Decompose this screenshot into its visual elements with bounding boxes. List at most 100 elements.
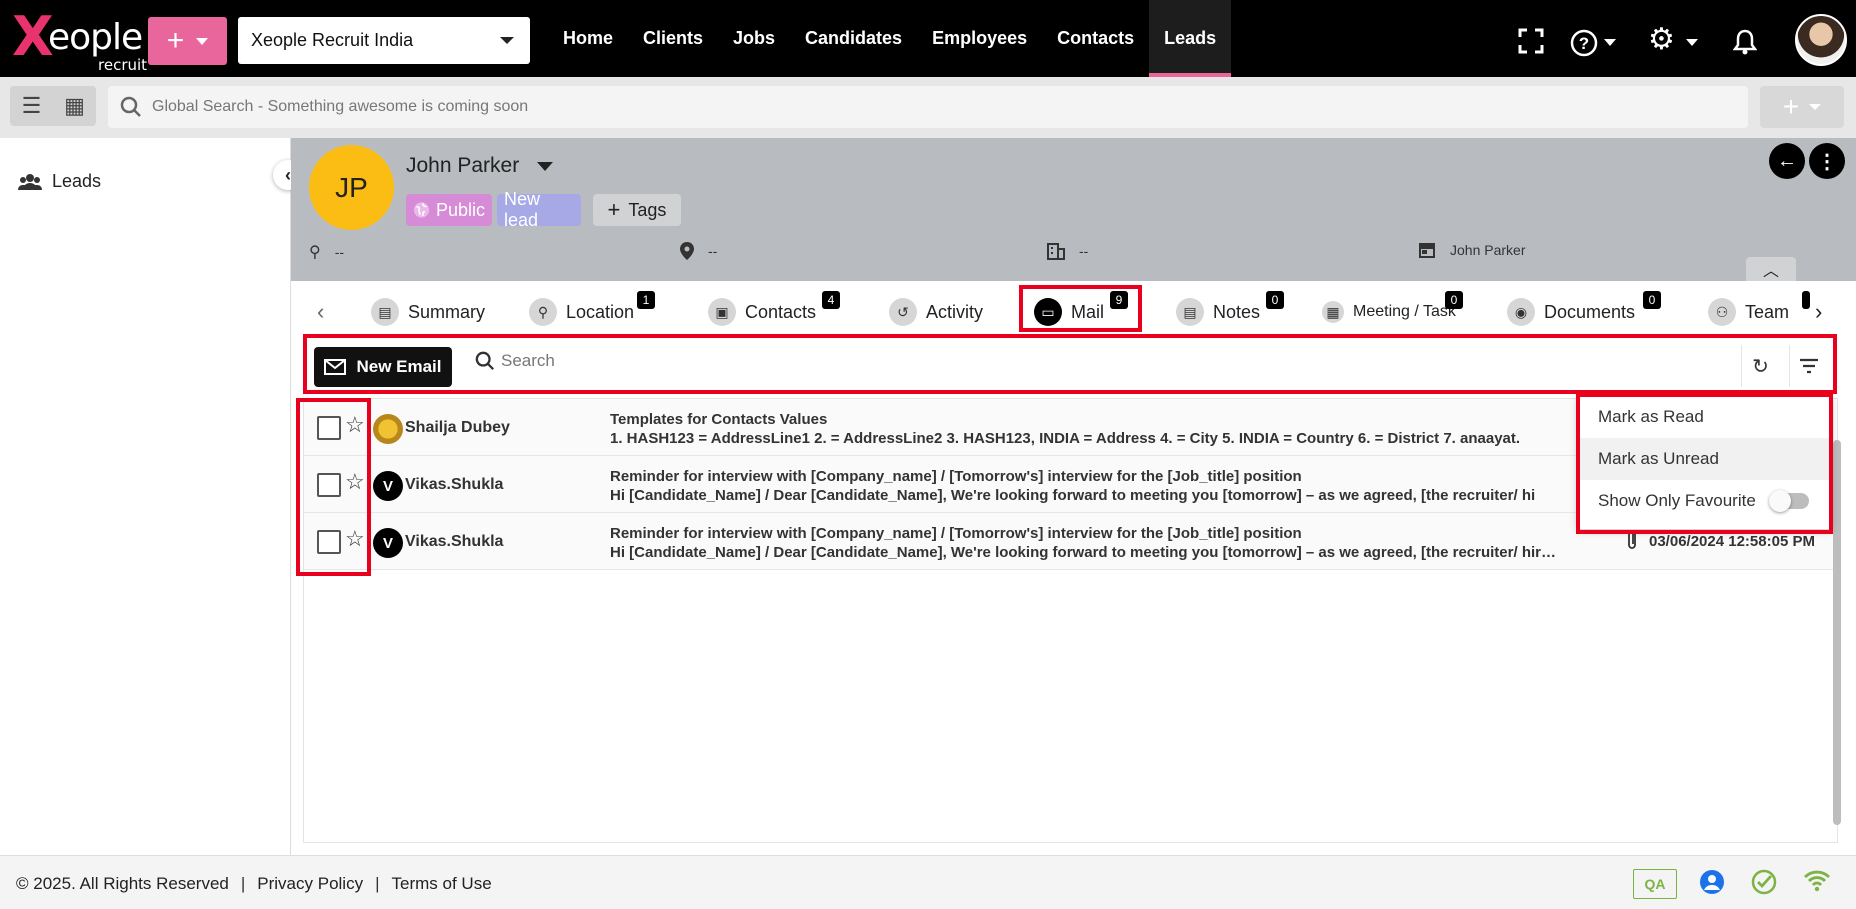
nav-employees[interactable]: Employees — [917, 0, 1042, 77]
mail-preview: Hi [Candidate_Name] / Dear [Candidate_Na… — [610, 544, 1556, 561]
plus-icon: + — [166, 24, 185, 57]
fullscreen-icon[interactable] — [1518, 28, 1544, 54]
tab-activity[interactable]: ↺ Activity — [889, 295, 983, 329]
tab-label: Mail — [1071, 301, 1105, 322]
lead-source: ⚲ -- — [309, 242, 344, 262]
mail-list-scrollbar[interactable] — [1833, 440, 1841, 825]
star-icon[interactable]: ☆ — [345, 412, 365, 438]
footer-separator: | — [240, 874, 246, 893]
svg-text:?: ? — [1579, 34, 1589, 53]
mail-subject: Reminder for interview with [Company_nam… — [610, 468, 1302, 485]
tab-documents[interactable]: ◉ Documents 0 — [1507, 291, 1661, 329]
star-icon[interactable]: ☆ — [345, 469, 365, 495]
lead-name-dropdown[interactable]: John Parker — [406, 154, 554, 178]
footer-separator: | — [375, 874, 380, 893]
privacy-policy-link[interactable]: Privacy Policy — [257, 874, 363, 894]
settings-chevron-icon[interactable] — [1686, 39, 1698, 46]
grid-view-icon[interactable]: ▦ — [53, 86, 96, 126]
nav-clients[interactable]: Clients — [628, 0, 718, 77]
wifi-icon[interactable] — [1803, 869, 1831, 893]
copyright: © 2025. All Rights Reserved — [16, 874, 229, 893]
tab-location[interactable]: ⚲ Location 1 — [529, 291, 655, 329]
tab-meeting-task[interactable]: ▦ Meeting / Task 0 — [1322, 291, 1463, 329]
mail-checkbox[interactable] — [317, 530, 341, 554]
summary-icon: ▤ — [371, 298, 399, 326]
top-navbar: X eople recruit + Xeople Recruit India H… — [0, 0, 1856, 77]
tab-team[interactable]: ⚇ Team — [1708, 291, 1810, 329]
attachment-icon — [1628, 530, 1636, 549]
tags-label: Tags — [628, 199, 667, 220]
mark-as-read-option[interactable]: Mark as Read — [1578, 396, 1831, 438]
tab-label: Documents — [1544, 301, 1636, 322]
public-badge: Public — [406, 194, 492, 226]
lead-location-value: -- — [708, 243, 718, 259]
mail-subject: Reminder for interview with [Company_nam… — [610, 525, 1302, 542]
user-avatar[interactable] — [1795, 14, 1847, 66]
check-circle-icon[interactable] — [1751, 869, 1777, 895]
help-icon[interactable]: ? — [1570, 29, 1598, 57]
star-icon[interactable]: ☆ — [345, 526, 365, 552]
sidebar-item-label: Leads — [52, 171, 102, 191]
bell-icon[interactable] — [1733, 28, 1757, 56]
list-view-icon[interactable]: ☰ — [10, 86, 53, 126]
add-tags-button[interactable]: + Tags — [593, 194, 681, 226]
team-icon: ⚇ — [1708, 298, 1736, 326]
lead-name: John Parker — [406, 154, 520, 177]
back-button[interactable]: ← — [1769, 143, 1805, 179]
documents-icon: ◉ — [1507, 298, 1535, 326]
terms-of-use-link[interactable]: Terms of Use — [392, 874, 492, 894]
favourite-toggle[interactable] — [1769, 490, 1809, 512]
new-email-label: New Email — [356, 357, 442, 376]
tab-label: Team — [1745, 301, 1790, 322]
mail-preview: 1. HASH123 = AddressLine1 2. = AddressLi… — [610, 430, 1521, 447]
xeople-logo[interactable]: X eople recruit — [8, 6, 147, 75]
quick-add-button[interactable]: + — [148, 17, 227, 65]
chevron-up-icon: ︿ — [1762, 263, 1779, 280]
settings-icon[interactable]: ⚙ — [1648, 25, 1675, 55]
nav-jobs[interactable]: Jobs — [718, 0, 790, 77]
tab-label: Contacts — [745, 301, 817, 322]
company-select[interactable]: Xeople Recruit India — [238, 17, 530, 64]
lead-header: JP John Parker Public New lead + Tags ⚲ … — [291, 138, 1856, 281]
nav-home[interactable]: Home — [548, 0, 628, 77]
more-vertical-icon: ⋮ — [1817, 150, 1837, 173]
tab-count-badge: 4 — [822, 291, 840, 309]
location-icon: ⚲ — [529, 298, 557, 326]
tab-summary[interactable]: ▤ Summary — [371, 295, 485, 329]
status-badge: New lead — [497, 189, 581, 230]
help-chevron-icon[interactable] — [1604, 39, 1616, 46]
sender-avatar: V — [373, 528, 403, 558]
show-only-favourite-option[interactable]: Show Only Favourite — [1578, 480, 1831, 522]
filter-icon — [1799, 358, 1818, 374]
mail-checkbox[interactable] — [317, 416, 341, 440]
new-email-button[interactable]: New Email — [314, 347, 452, 387]
tabs-scroll-left-icon[interactable]: ‹ — [317, 299, 324, 325]
refresh-icon: ↻ — [1752, 355, 1769, 378]
store-icon — [1419, 243, 1435, 258]
tab-mail[interactable]: ▭ Mail 9 — [1034, 291, 1128, 329]
building-icon — [1047, 243, 1065, 260]
sidebar-item-leads[interactable]: Leads — [18, 171, 101, 192]
nav-candidates[interactable]: Candidates — [790, 0, 917, 77]
chevron-down-icon — [1809, 104, 1822, 110]
nav-leads[interactable]: Leads — [1149, 0, 1232, 77]
global-search-input[interactable]: Global Search - Something awesome is com… — [108, 86, 1748, 128]
filter-button[interactable] — [1789, 345, 1827, 387]
tabs-scroll-right-icon[interactable]: › — [1815, 299, 1822, 325]
tab-notes[interactable]: ▤ Notes 0 — [1176, 291, 1284, 329]
tab-count-badge: 0 — [1643, 291, 1661, 309]
tab-contacts[interactable]: ▣ Contacts 4 — [708, 291, 840, 329]
header-collapse-button[interactable]: ︿ — [1746, 257, 1796, 281]
add-record-button[interactable]: + — [1760, 86, 1844, 128]
tab-count-badge: 0 — [1445, 291, 1463, 309]
mail-checkbox[interactable] — [317, 473, 341, 497]
more-options-button[interactable]: ⋮ — [1809, 143, 1845, 179]
mail-date: 03/06/2024 12:58:05 PM — [1649, 533, 1815, 550]
mark-as-unread-option[interactable]: Mark as Unread — [1578, 438, 1831, 480]
user-circle-icon[interactable] — [1699, 869, 1725, 895]
mail-search-placeholder: Search — [501, 351, 555, 370]
refresh-button[interactable]: ↻ — [1741, 345, 1779, 387]
mail-search-input[interactable]: Search — [475, 351, 555, 371]
footer-links: © 2025. All Rights Reserved | Privacy Po… — [16, 874, 492, 894]
nav-contacts[interactable]: Contacts — [1042, 0, 1149, 77]
